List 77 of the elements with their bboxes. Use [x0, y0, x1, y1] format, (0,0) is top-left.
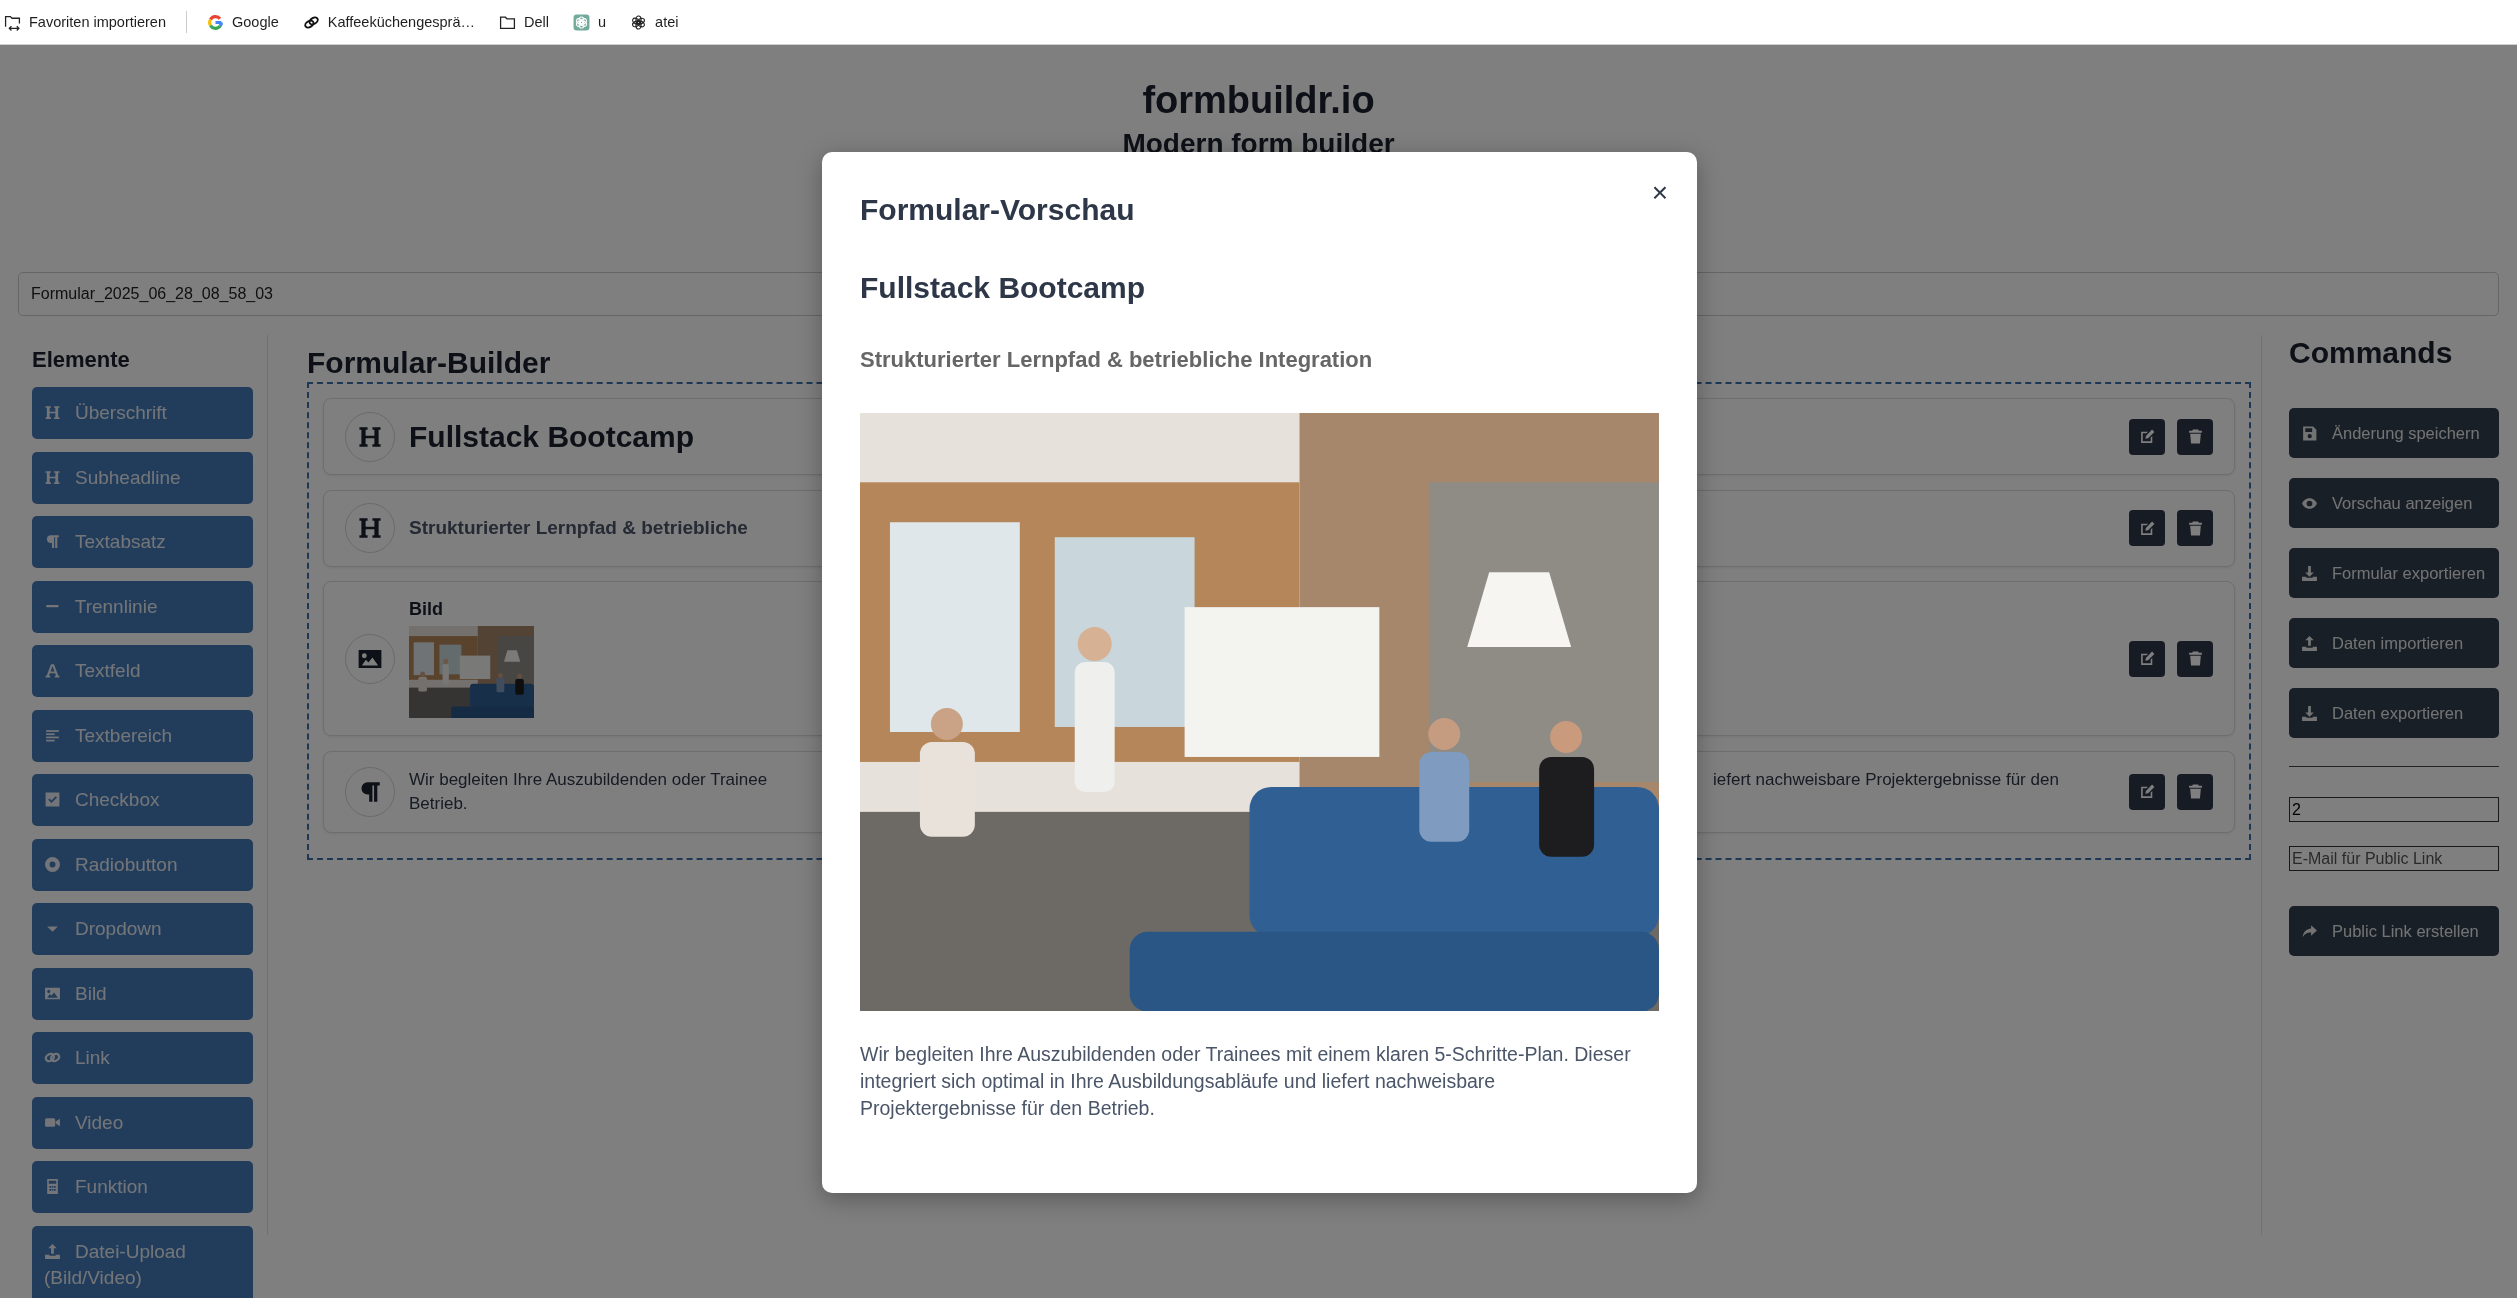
heading-icon — [357, 515, 383, 541]
edit-button[interactable] — [2129, 773, 2165, 810]
close-button[interactable]: × — [1647, 178, 1673, 208]
element-button[interactable]: Datei-Upload (Bild/Video) — [32, 1225, 253, 1298]
element-button[interactable]: Textfeld — [32, 645, 253, 697]
delete-button[interactable] — [2177, 773, 2213, 810]
logo-icon — [207, 13, 224, 31]
knot-icon — [630, 13, 648, 31]
element-button[interactable]: Überschrift — [32, 387, 253, 439]
edit-icon — [2138, 519, 2156, 537]
element-button[interactable]: Textbereich — [32, 709, 253, 762]
command-button[interactable]: Vorschau anzeigen — [2289, 478, 2499, 528]
panel-title: Formular-Builder — [307, 345, 551, 381]
download-icon — [2301, 564, 2318, 582]
element-button[interactable]: Textabsatz — [32, 516, 253, 568]
trash-icon — [2186, 519, 2204, 537]
panel-title: Elemente — [32, 347, 131, 373]
bookmark-link[interactable]: Google — [207, 13, 279, 31]
upload-icon — [44, 1242, 61, 1260]
element-button[interactable]: Trennlinie — [32, 580, 253, 633]
edit-button[interactable] — [2129, 510, 2165, 546]
panel-title: Commands — [2289, 335, 2454, 371]
upload-icon — [2301, 634, 2318, 652]
minus-icon — [46, 605, 59, 608]
paragraph-text: iefert nachweisbare Projektergebnisse für den — [1713, 768, 2059, 791]
download-icon — [2301, 704, 2318, 722]
save-icon — [2301, 424, 2318, 442]
trash-icon — [2186, 783, 2204, 800]
edit-button[interactable] — [2129, 640, 2165, 677]
heading-text: Fullstack Bootcamp — [409, 419, 695, 453]
paragraph-text: Wir begleiten Ihre Auszubildenden oder Trainee — [409, 768, 769, 791]
bookmark-link[interactable]: Kaffeeküchengesprä… — [302, 13, 476, 31]
calculator-icon — [44, 1178, 61, 1195]
element-button[interactable]: Subheadline — [32, 451, 253, 504]
trash-icon — [2186, 650, 2204, 667]
trash-icon — [2186, 428, 2204, 445]
import-icon — [4, 13, 21, 31]
font-icon — [44, 662, 61, 679]
checkbox-icon — [44, 791, 61, 808]
preview-heading: Fullstack Bootcamp — [860, 270, 1147, 306]
element-button[interactable]: Video — [32, 1096, 253, 1149]
command-button[interactable]: Daten exportieren — [2289, 688, 2499, 738]
element-button[interactable]: Checkbox — [32, 774, 253, 826]
preview-paragraph: Wir begleiten Ihre Auszubildenden oder Trainees mit einem klaren 5-Schritte-Plan. Dieser integriert sich optimal in Ihre Ausbildungsabläufe und liefert nachweisbare Projektergebnisse für den Betrieb. — [860, 1042, 1632, 1121]
element-button[interactable]: Bild — [32, 967, 253, 1020]
bookmark-link[interactable]: u — [573, 13, 607, 31]
subheading-text: Strukturierter Lernpfad & betriebliche — [409, 517, 748, 538]
element-button[interactable]: Radiobutton — [32, 838, 253, 891]
command-button[interactable]: Änderung speichern — [2289, 408, 2499, 458]
command-button[interactable]: Formular exportieren — [2289, 548, 2499, 598]
bookmark-link[interactable]: Favoriten importieren — [4, 13, 166, 31]
edit-icon — [2138, 783, 2156, 800]
knot-icon — [573, 13, 590, 31]
number-field[interactable]: 2 — [2289, 797, 2499, 822]
heading-icon — [44, 404, 61, 421]
command-button[interactable]: Daten importieren — [2289, 618, 2499, 668]
modal-title: Formular-Vorschau — [860, 192, 1136, 228]
delete-button[interactable] — [2177, 418, 2213, 455]
delete-button[interactable] — [2177, 640, 2213, 677]
edit-button[interactable] — [2129, 418, 2165, 455]
edit-icon — [2138, 650, 2156, 667]
paragraph-text: Betrieb. — [409, 792, 469, 815]
bookmark-link[interactable]: atei — [630, 13, 679, 31]
app-title: formbuildr.io — [1141, 78, 1376, 123]
email-field[interactable]: E-Mail für Public Link — [2289, 846, 2499, 871]
element-label: Bild — [409, 599, 444, 620]
delete-button[interactable] — [2177, 510, 2213, 546]
element-button[interactable]: Link — [32, 1032, 253, 1084]
element-button[interactable]: Dropdown — [32, 903, 253, 955]
radio-icon — [44, 855, 61, 873]
public-link-button[interactable]: Public Link erstellen — [2289, 906, 2499, 956]
edit-icon — [2138, 428, 2156, 445]
heading-icon — [44, 468, 61, 486]
pilcrow-icon — [44, 533, 61, 550]
preview-subheading: Strukturierter Lernpfad & betriebliche Integration — [860, 346, 1374, 374]
bookmark-link[interactable]: Dell — [499, 13, 549, 31]
element-button[interactable]: Funktion — [32, 1161, 253, 1213]
